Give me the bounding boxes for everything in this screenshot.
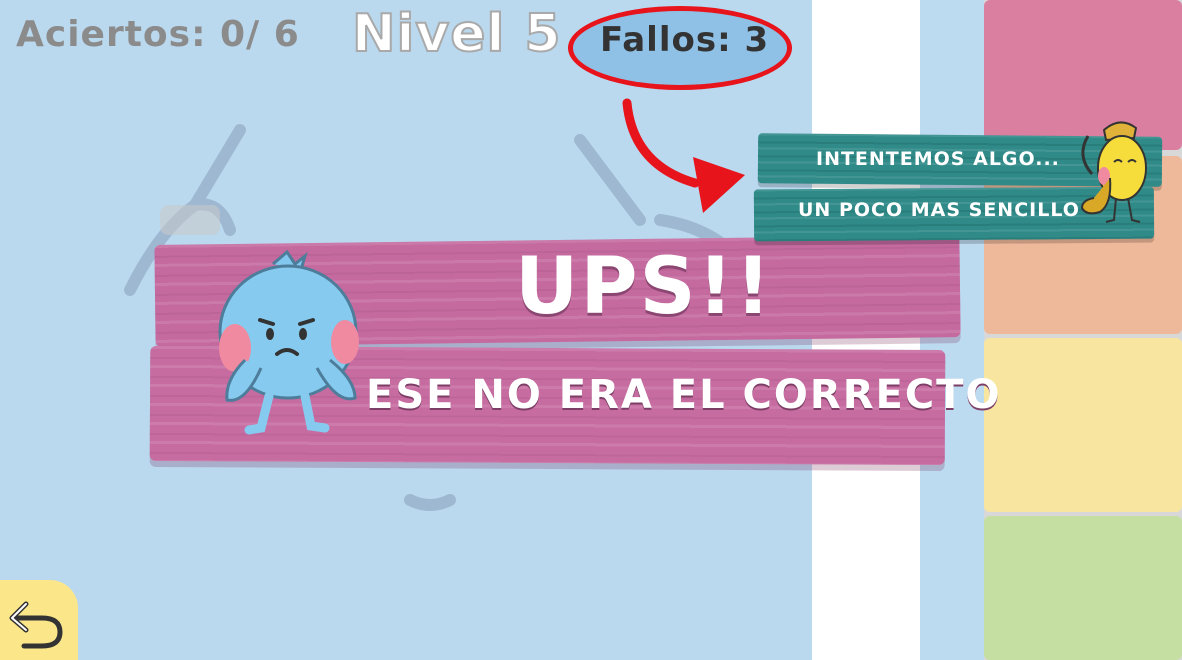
color-palette — [984, 0, 1182, 660]
popup-message: ESE NO ERA EL CORRECTO — [366, 372, 1002, 418]
level-title: Nivel 5 — [351, 3, 562, 65]
red-curved-arrow-icon — [622, 98, 745, 213]
color-swatch-yellow[interactable] — [984, 338, 1182, 512]
back-button[interactable] — [0, 580, 78, 660]
blue-sad-character-icon — [218, 250, 359, 435]
fails-counter: Fallos: 3 — [600, 20, 770, 60]
hint-line-2: UN POCO MAS SENCILLO — [798, 199, 1080, 221]
yellow-mascot-saxophone-icon — [1080, 121, 1147, 223]
hint-line-1: INTENTEMOS ALGO... — [816, 148, 1060, 170]
popup-title: UPS!! — [515, 242, 773, 332]
undo-arrow-icon — [9, 601, 63, 649]
score-counter: Aciertos: 0/ 6 — [16, 14, 300, 55]
color-swatch-green[interactable] — [984, 516, 1182, 660]
